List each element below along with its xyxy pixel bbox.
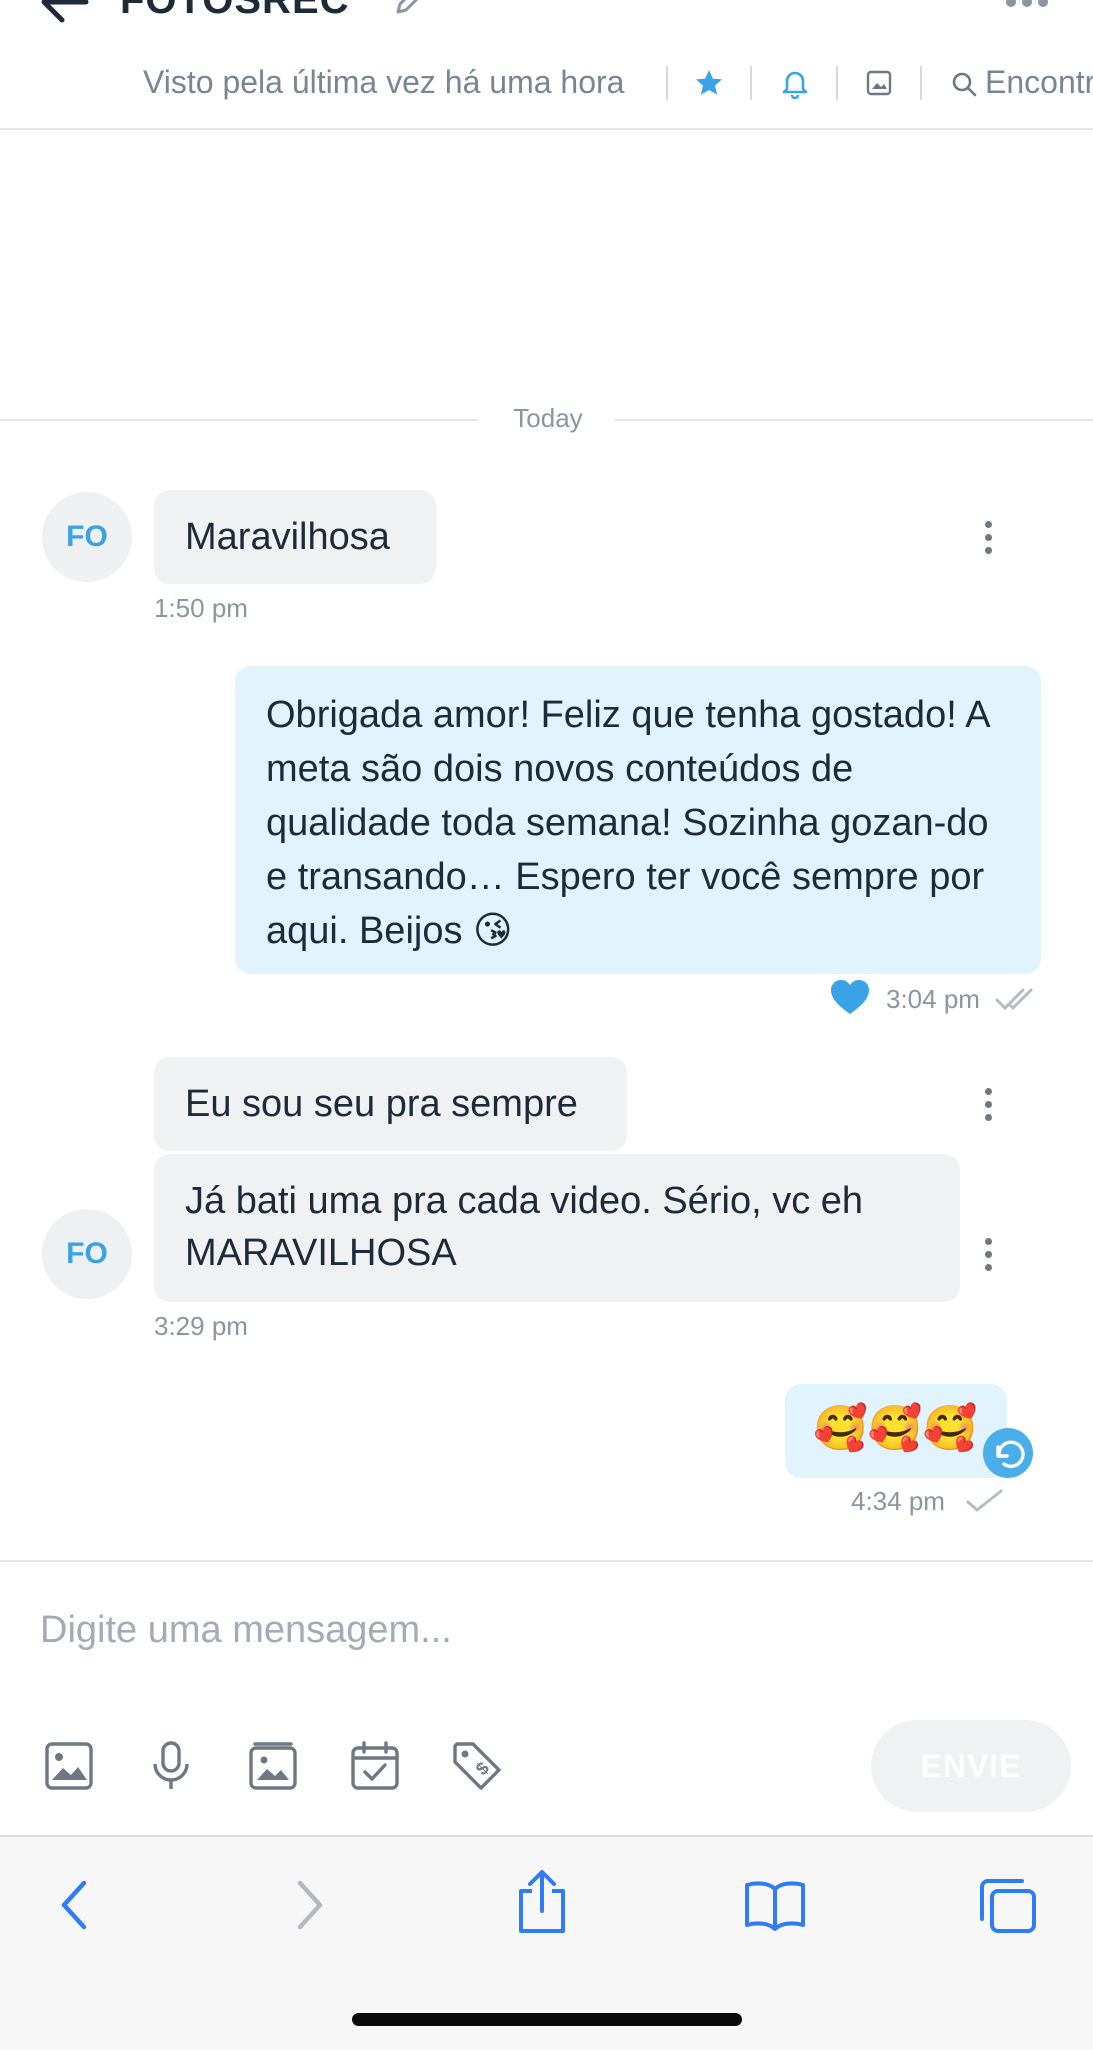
divider [836,66,838,100]
home-indicator[interactable] [352,2013,742,2026]
avatar[interactable]: FO [42,1209,132,1299]
avatar[interactable]: FO [42,492,132,582]
find-label[interactable]: Encontr [985,64,1093,101]
message-options-icon[interactable] [985,1088,993,1127]
message-bubble-incoming[interactable]: Já bati uma pra cada video. Sério, vc eh… [154,1154,960,1302]
undo-icon[interactable] [982,1427,1034,1479]
back-icon[interactable] [56,1877,92,1933]
more-options-icon[interactable] [1005,0,1049,10]
send-button[interactable]: ENVIE [871,1720,1071,1812]
message-bubble-incoming[interactable]: Eu sou seu pra sempre [154,1057,627,1151]
chat-header: FOTOSREC Visto pela última vez há uma ho… [0,0,1093,130]
message-text: Obrigada amor! Feliz que tenha gostado! … [266,694,989,952]
message-input[interactable] [40,1600,840,1660]
message-bubble-outgoing[interactable]: Obrigada amor! Feliz que tenha gostado! … [235,666,1041,974]
image-icon[interactable] [43,1740,95,1792]
pencil-icon[interactable] [392,0,426,18]
message-text: 🥰🥰🥰 [813,1404,978,1453]
composer-divider [0,1560,1093,1562]
price-tag-icon[interactable]: $ [451,1740,503,1792]
day-divider-line [0,419,478,421]
message-text: Maravilhosa [185,516,390,558]
back-arrow-icon[interactable] [40,0,90,24]
heart-icon[interactable] [829,978,871,1016]
share-icon[interactable] [515,1869,569,1935]
message-text: Já bati uma pra cada video. Sério, vc eh… [185,1180,864,1274]
message-time: 3:29 pm [154,1311,248,1341]
message-time: 1:50 pm [154,593,248,623]
message-time: 4:34 pm [851,1486,945,1516]
message-options-icon[interactable] [985,521,993,560]
microphone-icon[interactable] [145,1740,197,1792]
divider [666,66,668,100]
schedule-icon[interactable] [349,1740,401,1792]
divider [750,66,752,100]
message-bubble-incoming[interactable]: Maravilhosa [154,490,436,584]
message-options-icon[interactable] [985,1238,993,1277]
day-label: Today [513,403,583,433]
divider [920,66,922,100]
message-time: 3:04 pm [886,984,980,1014]
message-text: Eu sou seu pra sempre [185,1083,578,1125]
media-icon[interactable] [865,69,893,97]
day-divider-line [615,419,1093,421]
chat-title[interactable]: FOTOSREC [120,0,350,23]
check-icon [966,1489,1003,1512]
star-icon[interactable] [694,68,724,98]
double-check-icon [995,988,1033,1011]
tabs-icon[interactable] [978,1877,1038,1935]
last-seen-status: Visto pela última vez há uma hora [143,64,625,100]
search-icon[interactable] [950,70,978,98]
bell-icon[interactable] [780,67,810,99]
forward-icon[interactable] [292,1877,328,1933]
message-bubble-outgoing[interactable]: 🥰🥰🥰 [785,1384,1007,1478]
bookmarks-icon[interactable] [743,1879,807,1931]
vault-icon[interactable] [247,1740,299,1792]
